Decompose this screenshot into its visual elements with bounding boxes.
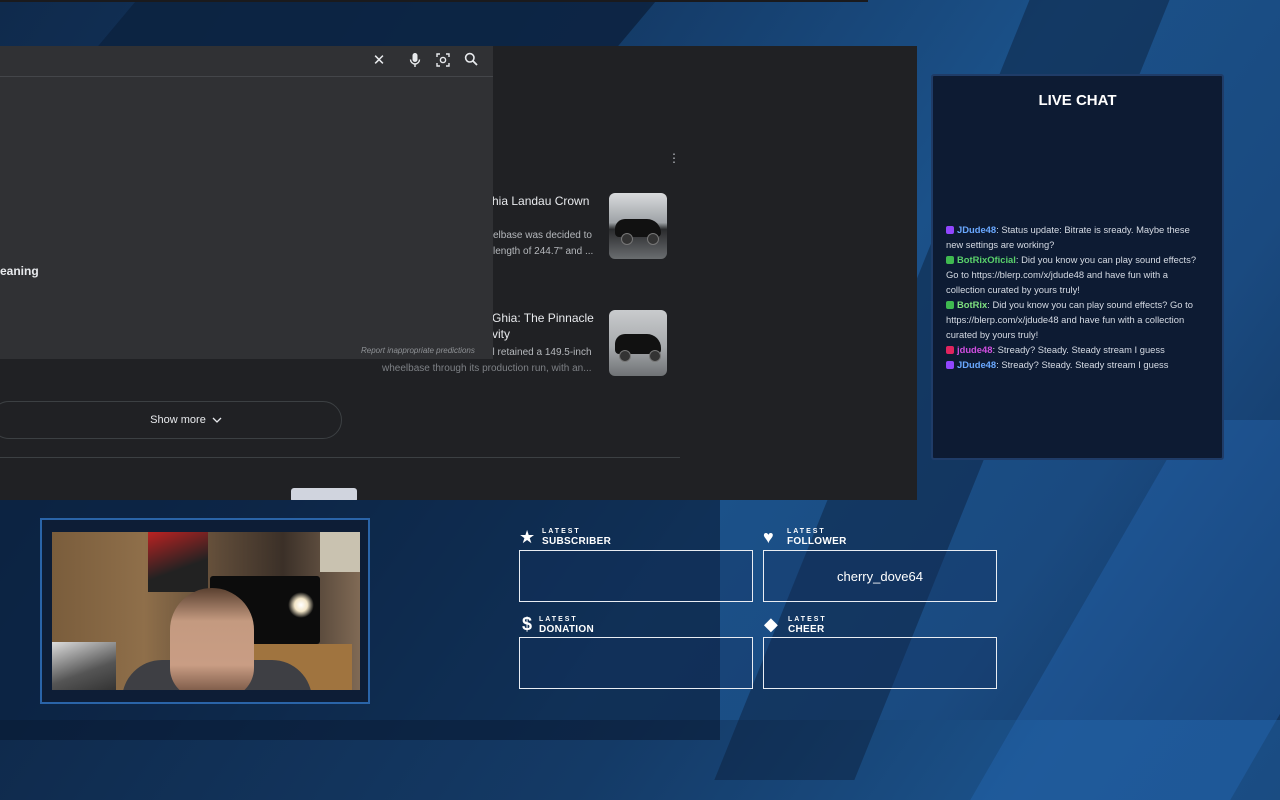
webcam-frame [40,518,370,704]
result-title[interactable]: hia Landau Crown [492,193,589,209]
user-badge-icon [946,361,954,369]
search-icon[interactable] [462,52,480,70]
star-icon: ★ [519,527,536,547]
user-badge-icon [946,256,954,264]
search-suggestions-dropdown: ✕ eaning Report inappropriate prediction… [0,46,493,359]
chat-username[interactable]: JDude48 [957,224,996,235]
chevron-down-icon [212,414,222,426]
user-badge-icon [946,301,954,309]
alert-label-follower: FOLLOWER [787,536,847,547]
browser-frame-top [0,0,868,2]
result-thumbnail[interactable] [609,310,667,376]
alert-label-subscriber: SUBSCRIBER [542,536,612,547]
alert-label-donation: DONATION [539,624,594,635]
result-title[interactable]: Ghia: The Pinnacle [492,310,594,326]
dollar-icon: $ [522,614,533,634]
alert-label-small: LATEST [542,528,581,535]
chat-text: Stready? Steady. Steady stream I guess [997,344,1165,355]
chat-message: BotRix: Did you know you can play sound … [946,299,1193,340]
camera-search-icon[interactable] [434,52,452,70]
show-more-label: Show more [150,414,206,426]
latest-donation-box [519,637,753,689]
chat-title: LIVE CHAT [1038,92,1117,109]
bg-stripe [970,420,1280,800]
chat-message: jdude48: Stready? Steady. Steady stream … [946,342,1208,357]
show-more-button[interactable]: Show more [0,401,342,439]
person-head [170,588,254,690]
heart-icon: ♥ [763,527,774,547]
search-suggestion[interactable]: eaning [0,264,39,278]
alert-label-small: LATEST [787,528,826,535]
shoes [52,642,116,690]
result-snippet: al retained a 149.5-inch [487,347,592,358]
result-snippet: elbase was decided to [493,230,592,241]
chat-message: JDude48: Stready? Steady. Steady stream … [946,357,1208,372]
result-title-line2[interactable]: vity [492,326,510,342]
latest-follower-box: cherry_dove64 [763,550,997,602]
latest-cheer-box [763,637,997,689]
browser-window: ⋮ hia Landau Crown elbase was decided to… [0,46,917,500]
more-options-icon[interactable]: ⋮ [668,151,680,165]
tab-thumbnail [291,488,357,500]
chat-message: JDude48: Status update: Bitrate is sread… [946,224,1190,250]
chat-messages: JDude48: Status update: Bitrate is sread… [946,222,1208,372]
report-predictions-link[interactable]: Report inappropriate predictions [361,346,475,355]
chat-username[interactable]: jdude48 [957,344,992,355]
webcam-feed [52,532,360,690]
alert-label-small: LATEST [788,616,827,623]
live-chat-panel: LIVE CHAT JDude48: Status update: Bitrat… [931,74,1224,460]
diamond-icon: ◆ [764,614,778,634]
microphone-icon[interactable] [406,52,424,70]
alert-label-cheer: CHEER [788,624,825,635]
chat-text: Stready? Steady. Steady stream I guess [1001,359,1169,370]
user-badge-icon [946,346,954,354]
lamp [288,592,314,618]
poster [148,532,208,592]
user-badge-icon [946,226,954,234]
chat-username[interactable]: BotRixOficial [957,254,1016,265]
divider [0,457,680,458]
result-snippet: wheelbase through its production run, wi… [382,363,592,374]
search-input[interactable]: ✕ [0,46,493,77]
alert-label-small: LATEST [539,616,578,623]
latest-subscriber-box [519,550,753,602]
poster [320,532,360,572]
chat-message: BotRixOficial: Did you know you can play… [946,254,1197,295]
result-thumbnail[interactable] [609,193,667,259]
chat-username[interactable]: JDude48 [957,359,996,370]
result-snippet: length of 244.7" and ... [493,246,594,257]
close-icon[interactable]: ✕ [370,52,388,70]
chat-username[interactable]: BotRix [957,299,987,310]
